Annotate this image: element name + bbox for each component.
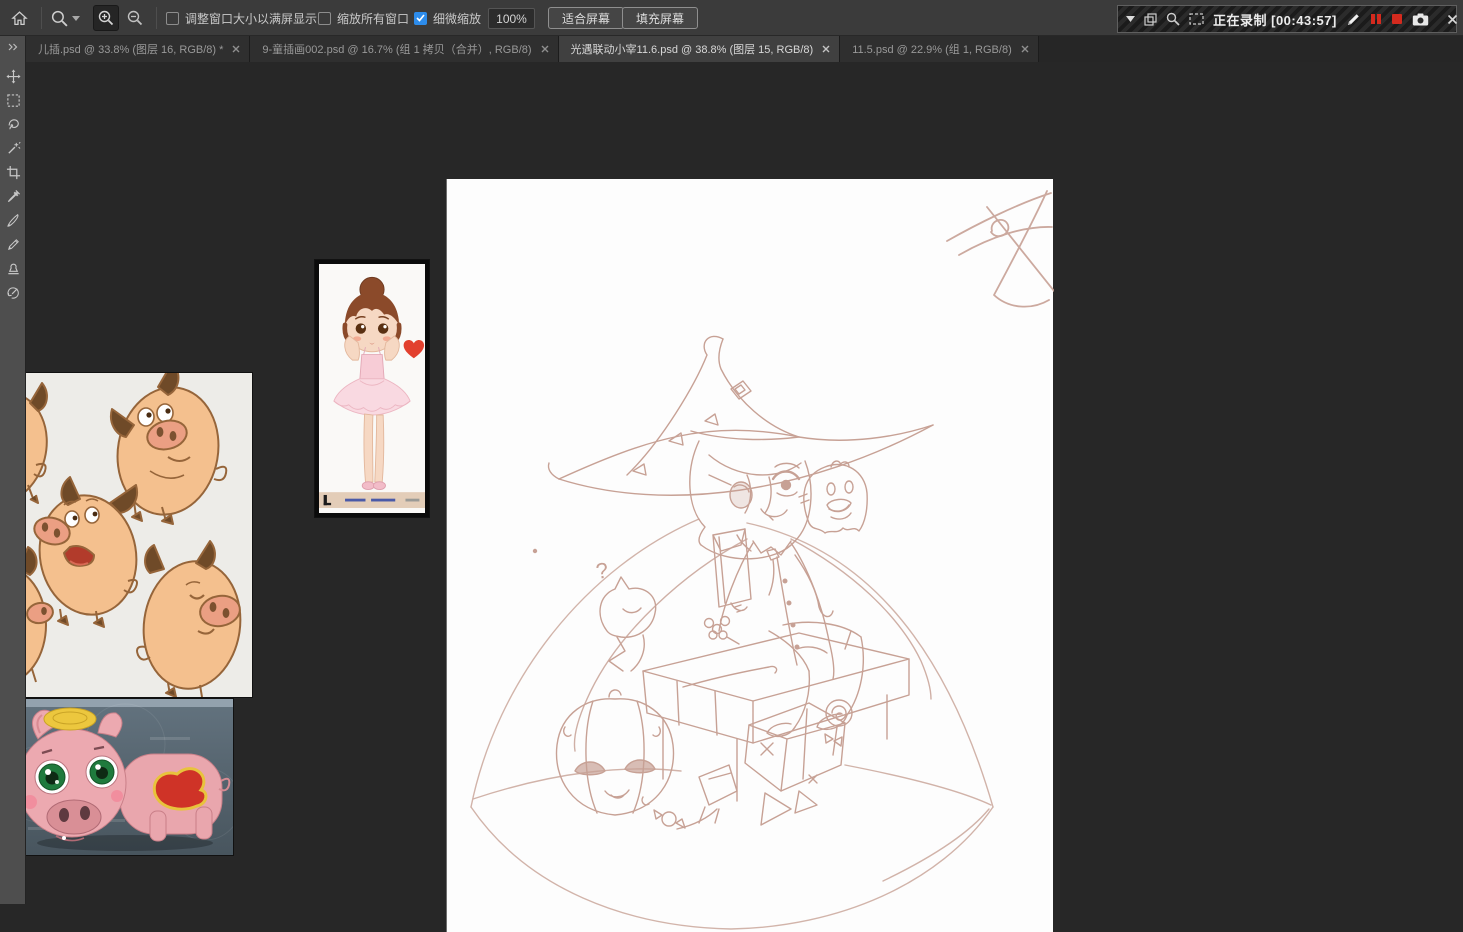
- recorder-magnifier-icon[interactable]: [1166, 12, 1180, 26]
- tab-label: 9-童插画002.psd @ 16.7% (组 1 拷贝（合并）, RGB/8): [262, 44, 532, 56]
- tab-label: 11.5.psd @ 22.9% (组 1, RGB/8): [852, 44, 1012, 56]
- tool-move[interactable]: [0, 64, 26, 88]
- zoom-out-button[interactable]: [122, 5, 148, 31]
- tool-pencil[interactable]: [0, 232, 26, 256]
- zoom-all-windows-checkbox[interactable]: [318, 11, 331, 25]
- reference-image-cartoon-pigs[interactable]: [0, 373, 252, 697]
- zoom-all-windows-checkbox-row: 缩放所有窗口: [318, 0, 409, 36]
- tab-close-icon[interactable]: [541, 45, 549, 53]
- zoom-percent-field[interactable]: 100%: [488, 8, 535, 29]
- fill-screen-button[interactable]: 填充屏幕: [622, 7, 699, 29]
- tool-crop[interactable]: [0, 160, 26, 184]
- recorder-camera-icon[interactable]: [1412, 13, 1429, 26]
- zoom-all-windows-label: 缩放所有窗口: [337, 11, 410, 26]
- document-canvas[interactable]: ?: [446, 179, 1054, 932]
- toolbar-collapse-icon[interactable]: [0, 36, 26, 58]
- ballerina-illustration: [319, 269, 425, 508]
- tab-document-2[interactable]: 9-童插画002.psd @ 16.7% (组 1 拷贝（合并）, RGB/8): [250, 36, 559, 62]
- recorder-dropdown-icon[interactable]: [1126, 16, 1135, 22]
- recorder-windows-icon[interactable]: [1144, 12, 1157, 26]
- tab-document-4[interactable]: 11.5.psd @ 22.9% (组 1, RGB/8): [840, 36, 1039, 62]
- scrubby-zoom-label: 细微缩放: [433, 11, 482, 26]
- document-tab-bar: 儿插.psd @ 33.8% (图层 16, RGB/8) * 9-童插画002…: [26, 36, 1463, 62]
- tab-close-icon[interactable]: [1021, 45, 1029, 53]
- tool-eyedropper[interactable]: [0, 184, 26, 208]
- chevron-down-icon: [72, 15, 80, 21]
- canvas-work-area: ?: [0, 62, 1463, 932]
- home-button[interactable]: [6, 5, 32, 31]
- tool-history-brush[interactable]: [0, 280, 26, 304]
- tab-document-1[interactable]: 儿插.psd @ 33.8% (图层 16, RGB/8) *: [26, 36, 251, 62]
- recorder-region-icon[interactable]: [1189, 13, 1204, 25]
- resize-windows-checkbox[interactable]: [166, 11, 179, 25]
- resize-windows-checkbox-row: 调整窗口大小以满屏显示: [166, 0, 317, 36]
- pig-3d-render: [0, 699, 233, 855]
- tab-document-3-active[interactable]: 光遇联动小宰11.6.psd @ 38.8% (图层 15, RGB/8): [558, 36, 841, 62]
- recorder-close-icon[interactable]: [1447, 14, 1458, 25]
- zoom-tool-preset[interactable]: [50, 0, 80, 36]
- recorder-pen-icon[interactable]: [1346, 12, 1361, 27]
- zoom-out-icon: [126, 9, 144, 27]
- scrubby-zoom-checkbox-row: 细微缩放: [414, 0, 481, 36]
- zoom-in-button[interactable]: [93, 5, 119, 31]
- recording-status-text: 正在录制 [00:43:57]: [1213, 12, 1337, 28]
- tool-quick-selection[interactable]: [0, 136, 26, 160]
- zoom-in-icon: [97, 9, 115, 27]
- tool-brush[interactable]: [0, 208, 26, 232]
- tool-strip: [0, 36, 26, 904]
- zoom-tool-icon: [50, 9, 69, 28]
- tool-rectangular-marquee[interactable]: [0, 88, 26, 112]
- tab-close-icon[interactable]: [232, 45, 240, 53]
- fit-screen-button[interactable]: 适合屏幕: [548, 7, 625, 29]
- screen-recorder-bar: 正在录制 [00:43:57]: [1117, 5, 1457, 33]
- tool-clone-stamp[interactable]: [0, 256, 26, 280]
- tab-label: 儿插.psd @ 33.8% (图层 16, RGB/8) *: [38, 44, 224, 56]
- resize-windows-label: 调整窗口大小以满屏显示: [185, 11, 318, 26]
- cartoon-pigs-illustration: [0, 373, 252, 697]
- witch-sketch: ?: [470, 190, 1054, 930]
- sketch-question-mark: ?: [594, 557, 610, 583]
- recorder-pause-icon[interactable]: [1370, 13, 1382, 25]
- tab-label: 光遇联动小宰11.6.psd @ 38.8% (图层 15, RGB/8): [570, 44, 814, 56]
- recorder-stop-icon[interactable]: [1391, 13, 1403, 25]
- reference-image-3d-pig-model[interactable]: [0, 699, 233, 855]
- tool-lasso[interactable]: [0, 112, 26, 136]
- scrubby-zoom-checkbox[interactable]: [414, 11, 427, 25]
- reference-image-ballerina-girl[interactable]: [315, 260, 429, 517]
- home-icon: [10, 10, 28, 27]
- tab-close-icon[interactable]: [822, 45, 830, 53]
